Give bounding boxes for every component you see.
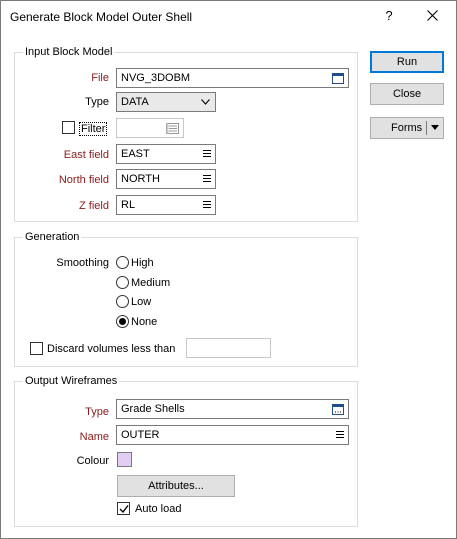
output-type-label: Type xyxy=(85,406,109,418)
auto-load-checkbox[interactable] xyxy=(117,502,130,515)
output-name-input[interactable]: OUTER xyxy=(116,425,349,445)
colour-swatch[interactable] xyxy=(117,452,132,467)
colour-label: Colour xyxy=(76,455,109,467)
output-name-label: Name xyxy=(79,431,109,443)
list-icon[interactable] xyxy=(336,430,344,439)
output-type-value: Grade Shells xyxy=(121,403,185,415)
smoothing-medium-radio[interactable] xyxy=(116,276,129,289)
north-field-input[interactable]: NORTH xyxy=(116,169,216,189)
browse-icon[interactable] xyxy=(332,404,344,415)
chevron-down-icon[interactable] xyxy=(431,125,439,130)
east-field-value: EAST xyxy=(121,148,150,160)
auto-load-label: Auto load xyxy=(135,503,182,515)
file-input[interactable]: NVG_3DOBM xyxy=(116,68,349,88)
group-title: Output Wireframes xyxy=(23,375,120,387)
discard-volumes-checkbox[interactable] xyxy=(30,342,43,355)
close-icon xyxy=(427,10,438,21)
discard-volumes-label: Discard volumes less than xyxy=(47,343,176,355)
z-field-label: Z field xyxy=(79,200,109,212)
filter-checkbox[interactable] xyxy=(62,121,75,134)
run-button[interactable]: Run xyxy=(370,51,444,73)
smoothing-low-radio[interactable] xyxy=(116,295,129,308)
list-icon[interactable] xyxy=(203,200,211,209)
smoothing-label: Smoothing xyxy=(56,257,109,269)
output-name-value: OUTER xyxy=(121,429,160,441)
east-field-input[interactable]: EAST xyxy=(116,144,216,164)
group-title: Input Block Model xyxy=(23,46,115,58)
attributes-button[interactable]: Attributes... xyxy=(117,475,235,497)
help-button[interactable]: ? xyxy=(374,4,404,28)
filter-input[interactable] xyxy=(116,118,184,138)
list-icon[interactable] xyxy=(203,174,211,183)
filter-icon[interactable] xyxy=(166,123,179,134)
z-field-input[interactable]: RL xyxy=(116,195,216,215)
smoothing-high-label: High xyxy=(131,257,154,269)
east-field-label: East field xyxy=(63,149,109,161)
forms-divider xyxy=(426,121,427,135)
checkmark-icon xyxy=(119,505,129,514)
z-field-value: RL xyxy=(121,199,136,211)
close-button[interactable]: Close xyxy=(370,83,444,105)
file-label: File xyxy=(91,72,109,84)
north-field-label: North field xyxy=(58,174,109,186)
filter-label: Filter xyxy=(79,122,108,136)
file-browse-icon[interactable] xyxy=(332,73,344,84)
forms-label: Forms xyxy=(391,122,423,134)
smoothing-medium-label: Medium xyxy=(131,277,171,289)
discard-volumes-input[interactable] xyxy=(186,338,271,358)
north-field-value: NORTH xyxy=(121,173,160,185)
smoothing-high-radio[interactable] xyxy=(116,256,129,269)
close-window-button[interactable] xyxy=(418,4,448,28)
title-bar: Generate Block Model Outer Shell ? xyxy=(1,1,456,31)
type-value: DATA xyxy=(121,96,149,108)
window-title: Generate Block Model Outer Shell xyxy=(10,10,193,24)
smoothing-low-label: Low xyxy=(131,296,152,308)
type-label: Type xyxy=(85,96,109,108)
forms-button[interactable]: Forms xyxy=(370,117,444,139)
smoothing-none-label: None xyxy=(131,316,158,328)
file-value: NVG_3DOBM xyxy=(121,72,191,84)
type-select[interactable]: DATA xyxy=(116,92,216,112)
list-icon[interactable] xyxy=(203,149,211,158)
group-title: Generation xyxy=(23,231,82,243)
smoothing-none-radio[interactable] xyxy=(116,315,129,328)
chevron-down-icon xyxy=(201,99,210,105)
output-type-input[interactable]: Grade Shells xyxy=(116,399,349,419)
generate-block-model-outer-shell-dialog: Generate Block Model Outer Shell ? Run C… xyxy=(0,0,457,539)
